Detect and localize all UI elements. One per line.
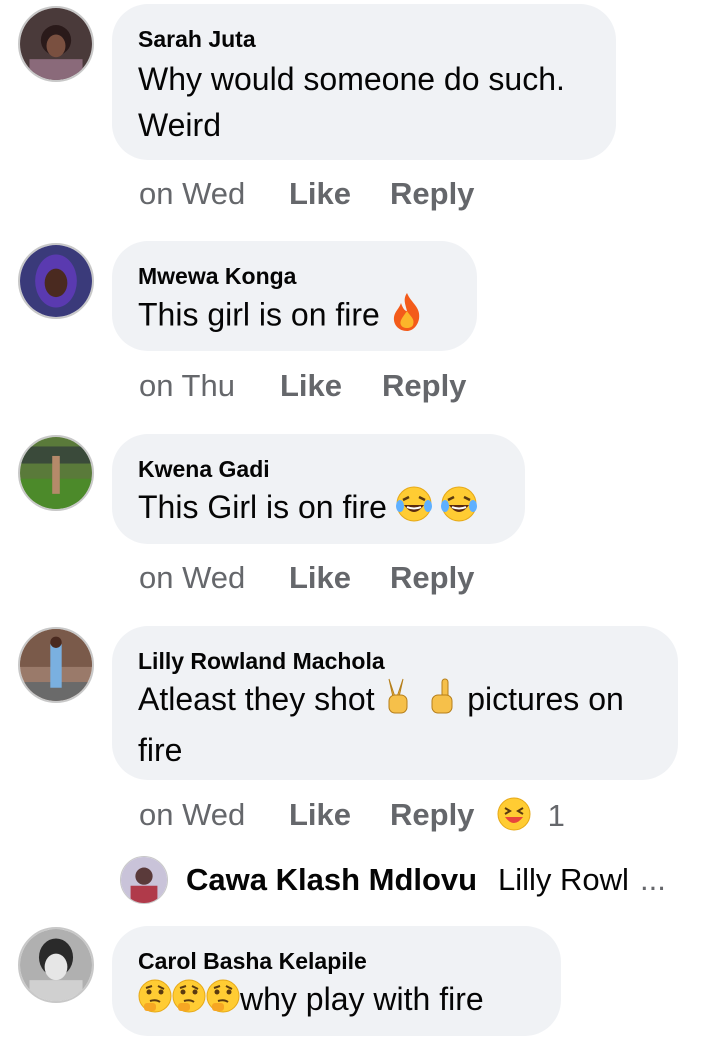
comment-text: why play with fire bbox=[138, 976, 484, 1025]
reply-preview[interactable]: Cawa Klash Mdlovu Lilly Rowl ... bbox=[120, 852, 700, 908]
comment-author[interactable]: Sarah Juta bbox=[138, 26, 256, 53]
comment-author[interactable]: Kwena Gadi bbox=[138, 456, 270, 483]
comment-text: This girl is on fire bbox=[138, 291, 425, 343]
avatar[interactable] bbox=[18, 435, 94, 511]
comment-bubble[interactable]: Mwewa Konga This girl is on fire bbox=[112, 241, 477, 351]
comment-bubble[interactable]: Carol Basha Kelapile why play with fire bbox=[112, 926, 561, 1036]
like-button[interactable]: Like bbox=[289, 560, 351, 596]
squinting-laugh-emoji bbox=[497, 797, 531, 839]
avatar[interactable] bbox=[18, 243, 94, 319]
comment-time[interactable]: on Wed bbox=[139, 176, 245, 212]
thinking-emoji bbox=[172, 979, 206, 1025]
reaction-count: 1 bbox=[547, 798, 565, 834]
avatar[interactable] bbox=[18, 927, 94, 1003]
avatar[interactable] bbox=[120, 856, 168, 904]
comment-time[interactable]: on Thu bbox=[139, 368, 235, 404]
reply-button[interactable]: Reply bbox=[390, 176, 474, 212]
reply-ellipsis: ... bbox=[640, 862, 666, 897]
comment-text: This Girl is on fire bbox=[138, 484, 477, 534]
comment-author[interactable]: Carol Basha Kelapile bbox=[138, 948, 367, 975]
like-button[interactable]: Like bbox=[280, 368, 342, 404]
pointing-up-emoji bbox=[428, 677, 458, 727]
like-button[interactable]: Like bbox=[289, 797, 351, 833]
comment-author[interactable]: Mwewa Konga bbox=[138, 263, 296, 290]
comment-text: Why would someone do such. Weird bbox=[138, 61, 565, 143]
like-button[interactable]: Like bbox=[289, 176, 351, 212]
reply-button[interactable]: Reply bbox=[390, 797, 474, 833]
reply-author[interactable]: Cawa Klash Mdlovu bbox=[186, 862, 477, 898]
comment-author[interactable]: Lilly Rowland Machola bbox=[138, 648, 385, 675]
laughing-crying-emoji bbox=[440, 486, 477, 534]
thinking-emoji bbox=[138, 979, 172, 1025]
comment-time[interactable]: on Wed bbox=[139, 797, 245, 833]
comment-text: Atleast they shot pictures on fire bbox=[138, 676, 624, 773]
reply-button[interactable]: Reply bbox=[390, 560, 474, 596]
comment-bubble[interactable]: Kwena Gadi This Girl is on fire bbox=[112, 434, 525, 544]
reply-text: Lilly Rowl bbox=[498, 862, 629, 897]
reply-button[interactable]: Reply bbox=[382, 368, 466, 404]
avatar[interactable] bbox=[18, 627, 94, 703]
avatar[interactable] bbox=[18, 6, 94, 82]
comment-bubble[interactable]: Sarah Juta Why would someone do such. We… bbox=[112, 4, 616, 160]
laughing-crying-emoji bbox=[395, 486, 432, 534]
comment-time[interactable]: on Wed bbox=[139, 560, 245, 596]
thinking-emoji bbox=[206, 979, 240, 1025]
fire-emoji bbox=[389, 291, 425, 343]
reaction-summary[interactable]: 1 bbox=[497, 797, 565, 839]
victory-hand-emoji bbox=[383, 677, 413, 727]
comment-bubble[interactable]: Lilly Rowland Machola Atleast they shot … bbox=[112, 626, 678, 780]
